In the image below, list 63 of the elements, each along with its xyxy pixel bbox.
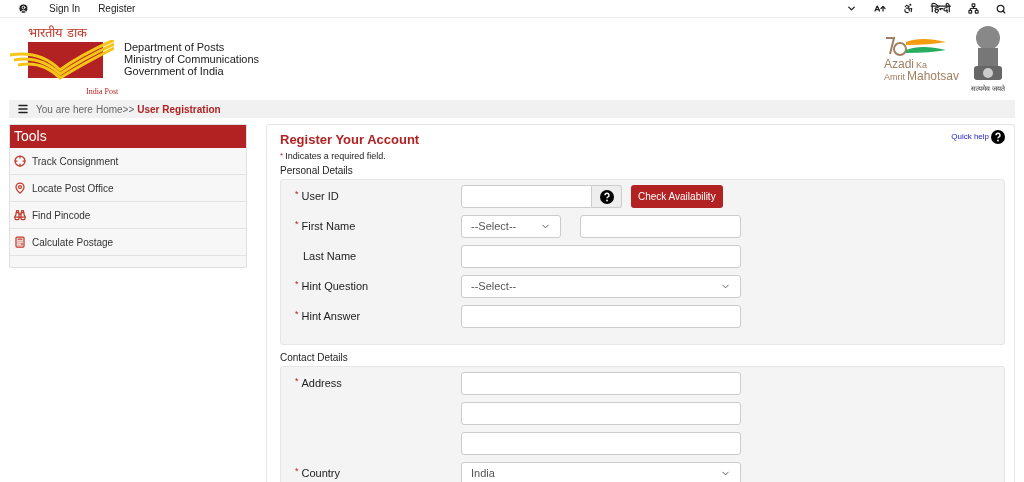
- tool-item[interactable]: Calculate Postage: [10, 229, 246, 256]
- help-icon[interactable]: [599, 189, 614, 204]
- org-name-line: Government of India: [124, 65, 225, 77]
- field-label: User ID: [301, 189, 339, 204]
- org-name-line: Department of Posts: [124, 41, 226, 53]
- required-note: Indicates a required field.: [285, 149, 386, 163]
- field-label: Address: [301, 376, 342, 391]
- check-availability-button[interactable]: Check Availability: [631, 185, 723, 208]
- required-mark: *: [295, 188, 299, 201]
- field-label: First Name: [301, 219, 356, 234]
- sign-in-link[interactable]: Sign In: [49, 1, 81, 16]
- target-icon: [14, 155, 26, 167]
- sitemap-icon[interactable]: [968, 3, 979, 14]
- required-mark: *: [295, 465, 299, 478]
- menu-icon[interactable]: [17, 103, 29, 115]
- select-field[interactable]: --Select--: [461, 215, 561, 238]
- field-label: Last Name: [303, 249, 357, 264]
- input-field[interactable]: [461, 305, 741, 328]
- register-link[interactable]: Register: [98, 1, 136, 16]
- select-field[interactable]: --Select--: [461, 275, 741, 298]
- logo-caption: India Post: [86, 86, 119, 98]
- binoculars-icon: [14, 209, 26, 221]
- select-field[interactable]: India: [461, 462, 741, 482]
- breadcrumb-current: User Registration: [137, 102, 221, 117]
- required-mark: *: [295, 375, 299, 388]
- input-field[interactable]: [461, 185, 592, 208]
- input-field[interactable]: [461, 245, 741, 268]
- user-icon: [18, 3, 29, 14]
- tool-item[interactable]: Track Consignment: [10, 148, 246, 175]
- breadcrumb-home-link[interactable]: Home>>: [95, 101, 135, 117]
- quick-help-link[interactable]: Quick help: [951, 131, 989, 143]
- map-pin-icon: [14, 182, 26, 194]
- azadi-text: Azadi: [884, 58, 915, 70]
- accessibility-icon[interactable]: [903, 3, 914, 14]
- form-title: Register Your Account: [280, 131, 420, 149]
- chevron-icon[interactable]: [846, 3, 857, 14]
- tools-header: Tools: [10, 125, 246, 148]
- field-label: Hint Answer: [301, 309, 361, 324]
- input-field[interactable]: [580, 215, 741, 238]
- search-icon[interactable]: [996, 3, 1006, 14]
- tool-item[interactable]: Locate Post Office: [10, 175, 246, 202]
- section-title: Personal Details: [280, 164, 354, 178]
- org-name-line: Ministry of Communications: [124, 53, 260, 65]
- field-label: Hint Question: [301, 279, 369, 294]
- field-label: Country: [301, 466, 341, 481]
- required-mark: *: [295, 218, 299, 231]
- tool-item[interactable]: Find Pincode: [10, 202, 246, 229]
- breadcrumb-prefix: You are here: [36, 102, 93, 117]
- logo-hindi-text: भारतीय डाक: [28, 26, 88, 39]
- input-field[interactable]: [461, 432, 741, 455]
- font-size-icon[interactable]: [874, 2, 886, 15]
- input-field[interactable]: [461, 402, 741, 425]
- section-title: Contact Details: [280, 351, 349, 365]
- required-mark: *: [280, 150, 284, 163]
- required-mark: *: [295, 278, 299, 291]
- input-field[interactable]: [461, 372, 741, 395]
- calculator-icon: [14, 236, 26, 248]
- required-mark: *: [295, 308, 299, 321]
- hindi-link[interactable]: हिन्दी: [931, 1, 951, 16]
- mahotsav-text: Mahotsav: [907, 70, 960, 82]
- ka-text: Ka: [916, 61, 928, 70]
- amrit-text: Amrit: [884, 73, 905, 82]
- help-icon[interactable]: [991, 130, 1005, 144]
